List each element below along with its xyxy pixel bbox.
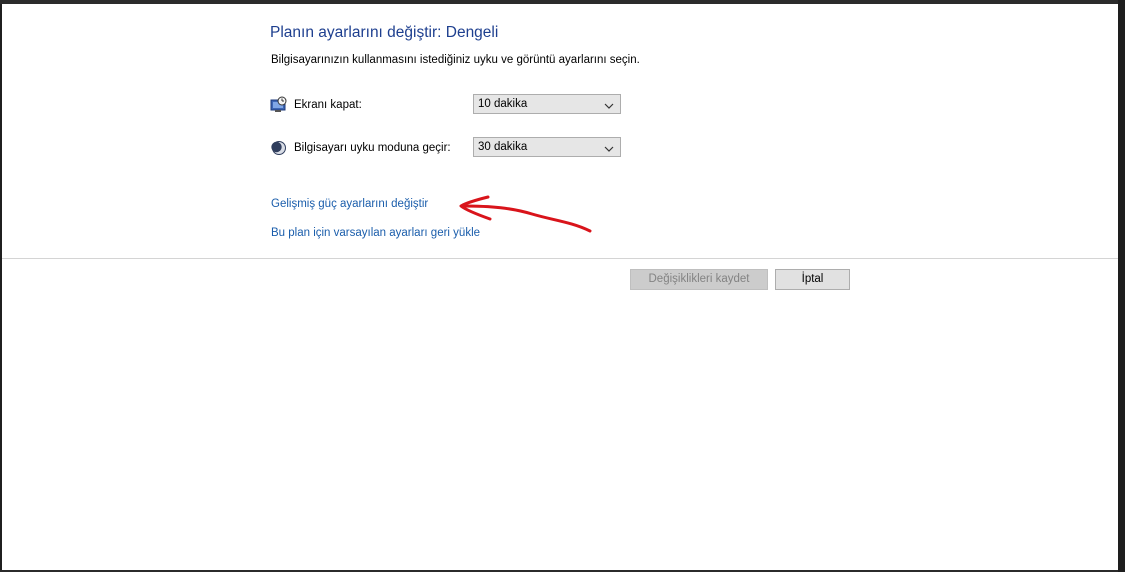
power-plan-settings-window: Planın ayarlarını değiştir: Dengeli Bilg… — [0, 4, 1120, 570]
sleep-select[interactable]: 30 dakika — [473, 137, 621, 157]
divider — [2, 258, 1120, 259]
display-off-value: 10 dakika — [478, 98, 528, 110]
page-title: Planın ayarlarını değiştir: Dengeli — [270, 24, 499, 41]
display-off-select[interactable]: 10 dakika — [473, 94, 621, 114]
red-arrow-annotation — [459, 195, 592, 233]
sleep-row: Bilgisayarı uyku moduna geçir: — [270, 137, 451, 159]
chevron-down-icon — [604, 99, 614, 109]
restore-defaults-link[interactable]: Bu plan için varsayılan ayarları geri yü… — [271, 227, 480, 239]
sleep-value: 30 dakika — [478, 141, 528, 153]
moon-icon — [270, 139, 288, 157]
display-off-row: Ekranı kapat: — [270, 94, 362, 116]
save-changes-button[interactable]: Değişiklikleri kaydet — [630, 269, 768, 290]
advanced-power-settings-link[interactable]: Gelişmiş güç ayarlarını değiştir — [271, 198, 428, 210]
chevron-down-icon — [604, 142, 614, 152]
display-off-label: Ekranı kapat: — [294, 99, 362, 111]
monitor-clock-icon — [270, 96, 288, 114]
sleep-label: Bilgisayarı uyku moduna geçir: — [294, 142, 451, 154]
cancel-button[interactable]: İptal — [775, 269, 850, 290]
background-window-edge — [1118, 0, 1125, 572]
page-subtitle: Bilgisayarınızın kullanmasını istediğini… — [271, 54, 640, 66]
